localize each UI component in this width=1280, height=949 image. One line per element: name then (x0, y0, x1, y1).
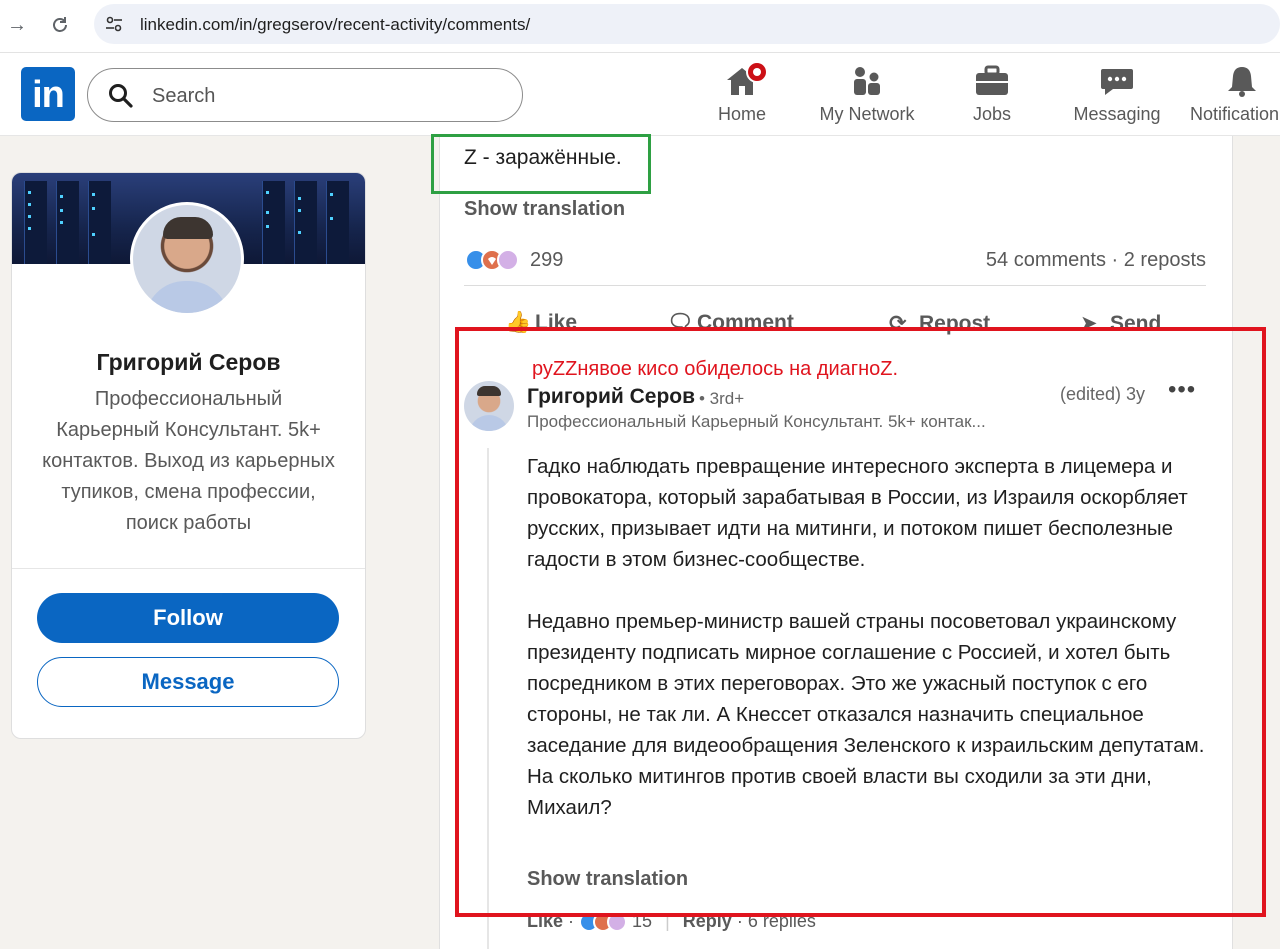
profile-card: Григорий Серов Профессиональный Карьерны… (11, 172, 366, 739)
search-box[interactable] (87, 68, 523, 122)
nav-my-network-label: My Network (819, 104, 915, 124)
green-highlight-box (431, 134, 651, 194)
nav-notifications[interactable]: Notification (1188, 63, 1280, 133)
reaction-icons[interactable] (465, 247, 525, 273)
back-arrow-icon[interactable]: → (4, 12, 30, 38)
nav-notifications-label: Notification (1190, 104, 1280, 124)
linkedin-logo[interactable]: in (21, 67, 75, 121)
notification-dot (746, 61, 768, 83)
site-settings-icon[interactable] (104, 14, 124, 34)
browser-toolbar: → linkedin.com/in/gregserov/recent-activ… (0, 0, 1280, 53)
profile-avatar[interactable] (130, 202, 244, 316)
nav-messaging-label: Messaging (1073, 104, 1161, 124)
nav-jobs[interactable]: Jobs (952, 63, 1032, 133)
nav-home-label: Home (717, 104, 766, 124)
message-icon (1101, 69, 1133, 95)
nav-messaging[interactable]: Messaging (1067, 63, 1167, 133)
post-show-translation-link[interactable]: Show translation (464, 198, 625, 221)
divider (464, 285, 1206, 286)
network-icon (854, 67, 880, 95)
post-stats[interactable]: 54 comments · 2 reposts (986, 249, 1206, 272)
reaction-count[interactable]: 299 (530, 249, 563, 272)
linkedin-header: in Home My Network Jobs Messaging Notifi… (0, 53, 1280, 136)
briefcase-icon (976, 65, 1008, 95)
profile-headline: Профессиональный Карьерный Консультант. … (42, 388, 335, 534)
url-text: linkedin.com/in/gregserov/recent-activit… (140, 15, 531, 34)
nav-home[interactable]: Home (702, 61, 782, 133)
address-bar[interactable]: linkedin.com/in/gregserov/recent-activit… (94, 4, 1280, 44)
profile-name[interactable]: Григорий Серов (12, 349, 365, 376)
search-input[interactable] (150, 81, 494, 111)
reload-icon[interactable] (47, 12, 73, 38)
nav-jobs-label: Jobs (972, 104, 1012, 124)
nav-my-network[interactable]: My Network (812, 63, 922, 133)
bell-icon (1228, 67, 1256, 97)
follow-button[interactable]: Follow (37, 593, 339, 643)
search-icon (109, 84, 133, 108)
message-button[interactable]: Message (37, 657, 339, 707)
divider (12, 568, 365, 569)
red-highlight-box (455, 327, 1266, 917)
